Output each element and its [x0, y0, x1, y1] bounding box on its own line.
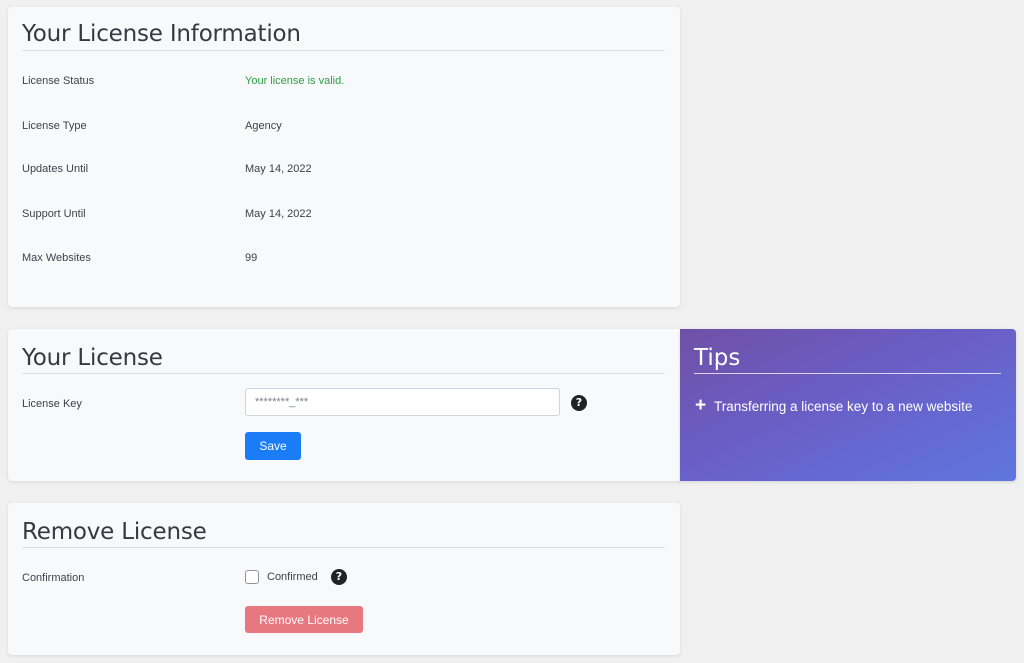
title-divider — [22, 373, 665, 374]
tips-panel: Tips + Transferring a license key to a n… — [680, 329, 1016, 481]
updates-until-label: Updates Until — [22, 163, 89, 175]
max-websites-label: Max Websites — [22, 252, 91, 264]
save-button[interactable]: Save — [245, 432, 301, 460]
confirmed-checkbox-label[interactable]: Confirmed — [267, 571, 318, 583]
license-type-value: Agency — [245, 120, 282, 132]
tips-divider — [694, 373, 1001, 374]
max-websites-value: 99 — [245, 252, 258, 264]
your-license-panel: Your License License Key ? Save — [8, 329, 680, 481]
license-status-label: License Status — [22, 75, 95, 87]
tip-link-text: Transferring a license key to a new webs… — [714, 399, 973, 414]
help-icon[interactable]: ? — [331, 569, 347, 585]
remove-license-panel: Remove License Confirmation Confirmed ? … — [8, 503, 680, 655]
your-license-title: Your License — [22, 345, 163, 371]
remove-license-title: Remove License — [22, 519, 207, 545]
license-info-panel: Your License Information License Status … — [8, 7, 680, 307]
confirmed-checkbox[interactable] — [245, 570, 259, 584]
plus-icon: + — [694, 395, 707, 416]
support-until-label: Support Until — [22, 208, 86, 220]
tip-link-transfer-license[interactable]: + Transferring a license key to a new we… — [694, 395, 973, 416]
help-icon[interactable]: ? — [571, 395, 587, 411]
license-info-title: Your License Information — [22, 21, 301, 47]
title-divider — [22, 547, 665, 548]
remove-license-button[interactable]: Remove License — [245, 606, 363, 633]
license-type-label: License Type — [22, 120, 87, 132]
tips-title: Tips — [694, 345, 741, 371]
confirmation-label: Confirmation — [22, 572, 85, 584]
title-divider — [22, 50, 665, 51]
support-until-value: May 14, 2022 — [245, 208, 312, 220]
license-key-input[interactable] — [245, 388, 560, 416]
license-key-label: License Key — [22, 398, 82, 410]
confirmed-checkbox-group: Confirmed — [245, 570, 318, 584]
license-status-value: Your license is valid. — [245, 75, 345, 87]
updates-until-value: May 14, 2022 — [245, 163, 312, 175]
